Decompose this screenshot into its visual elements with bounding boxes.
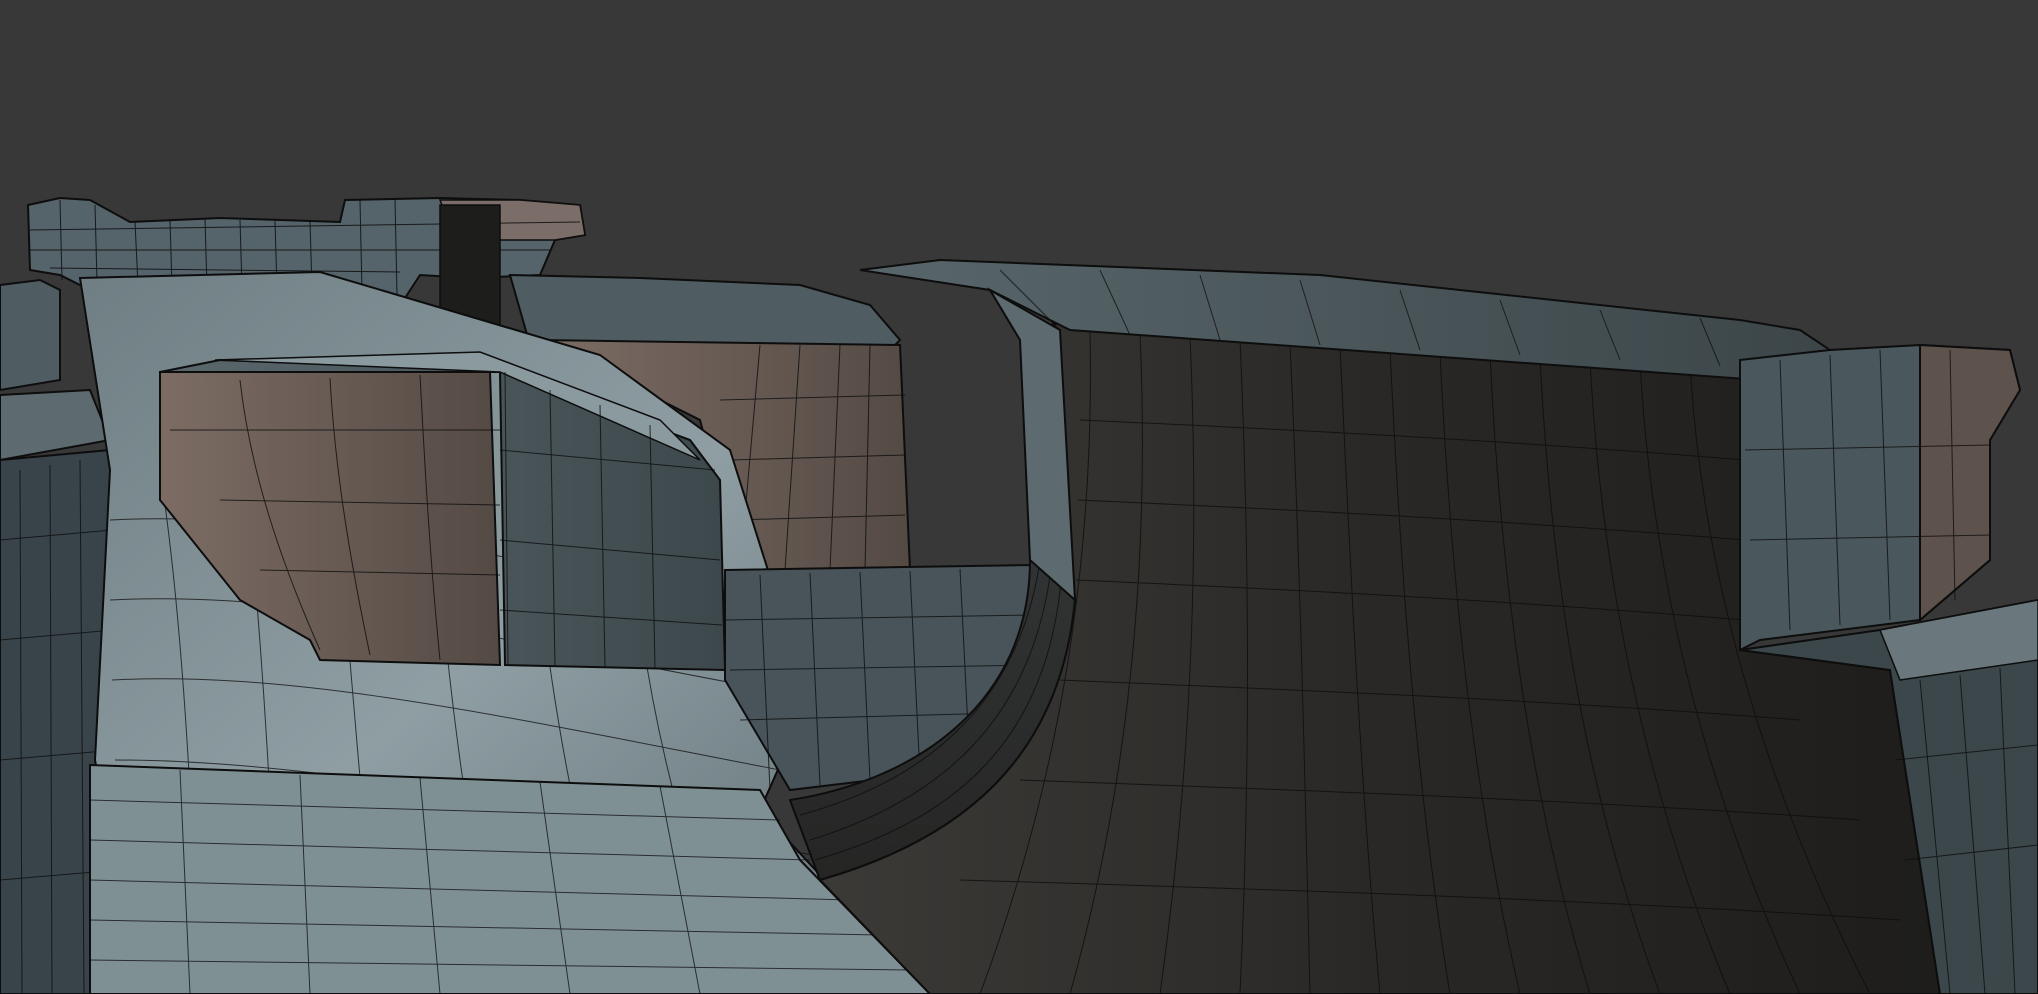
mesh-render	[0, 196, 2038, 994]
3d-viewport[interactable]	[0, 0, 2038, 994]
right-end-cap	[1739, 343, 2022, 652]
